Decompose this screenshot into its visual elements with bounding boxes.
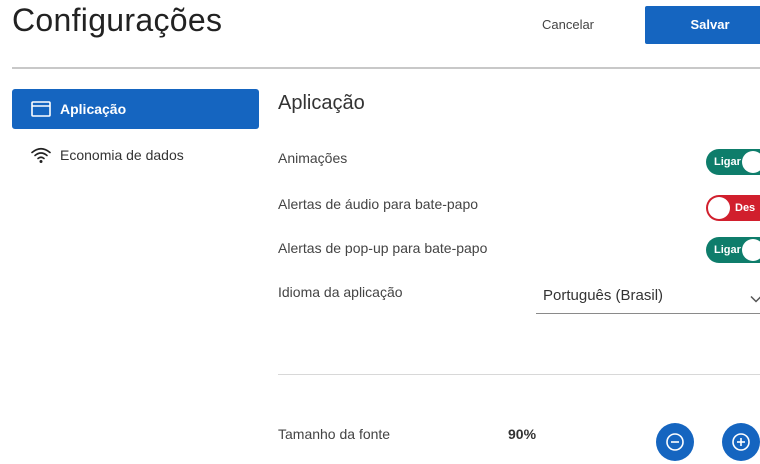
toggle-knob (708, 197, 730, 219)
font-size-label: Tamanho da fonte (278, 426, 391, 442)
sidebar-item-label: Economia de dados (60, 147, 184, 163)
toggle-text: Ligar (714, 156, 741, 168)
animations-toggle[interactable]: Ligar (706, 149, 760, 175)
cancel-button[interactable]: Cancelar (518, 6, 618, 42)
setting-label-idioma: Idioma da aplicação (278, 284, 403, 300)
font-size-value: 90% (508, 426, 537, 442)
increase-font-button[interactable] (722, 423, 760, 461)
window-icon (30, 99, 52, 119)
page-title: Configurações (12, 2, 223, 38)
language-select-value: Português (Brasil) (543, 287, 664, 304)
toggle-text: Des (735, 202, 756, 214)
minus-circle-icon (665, 432, 685, 452)
sidebar-item-label: Aplicação (60, 101, 127, 117)
wifi-icon (30, 145, 52, 165)
toggle-text: Ligar (714, 244, 741, 256)
header-divider (12, 67, 760, 69)
section-divider (278, 374, 760, 375)
toggle-knob (742, 151, 760, 173)
setting-label-alertas-popup: Alertas de pop-up para bate-papo (278, 240, 488, 256)
decrease-font-button[interactable] (656, 423, 694, 461)
audio-alerts-toggle[interactable]: Des (706, 195, 760, 221)
toggle-knob (742, 239, 760, 261)
setting-label-alertas-audio: Alertas de áudio para bate-papo (278, 196, 479, 212)
sidebar-item-economia-de-dados[interactable]: Economia de dados (12, 135, 259, 175)
language-select[interactable]: Português (Brasil) (536, 283, 760, 314)
popup-alerts-toggle[interactable]: Ligar (706, 237, 760, 263)
sidebar-item-aplicacao[interactable]: Aplicação (12, 89, 259, 129)
chevron-down-icon (750, 291, 760, 309)
section-title: Aplicação (278, 92, 365, 114)
setting-label-animacoes: Animações (278, 150, 348, 166)
save-button[interactable]: Salvar (645, 6, 760, 44)
plus-circle-icon (731, 432, 751, 452)
